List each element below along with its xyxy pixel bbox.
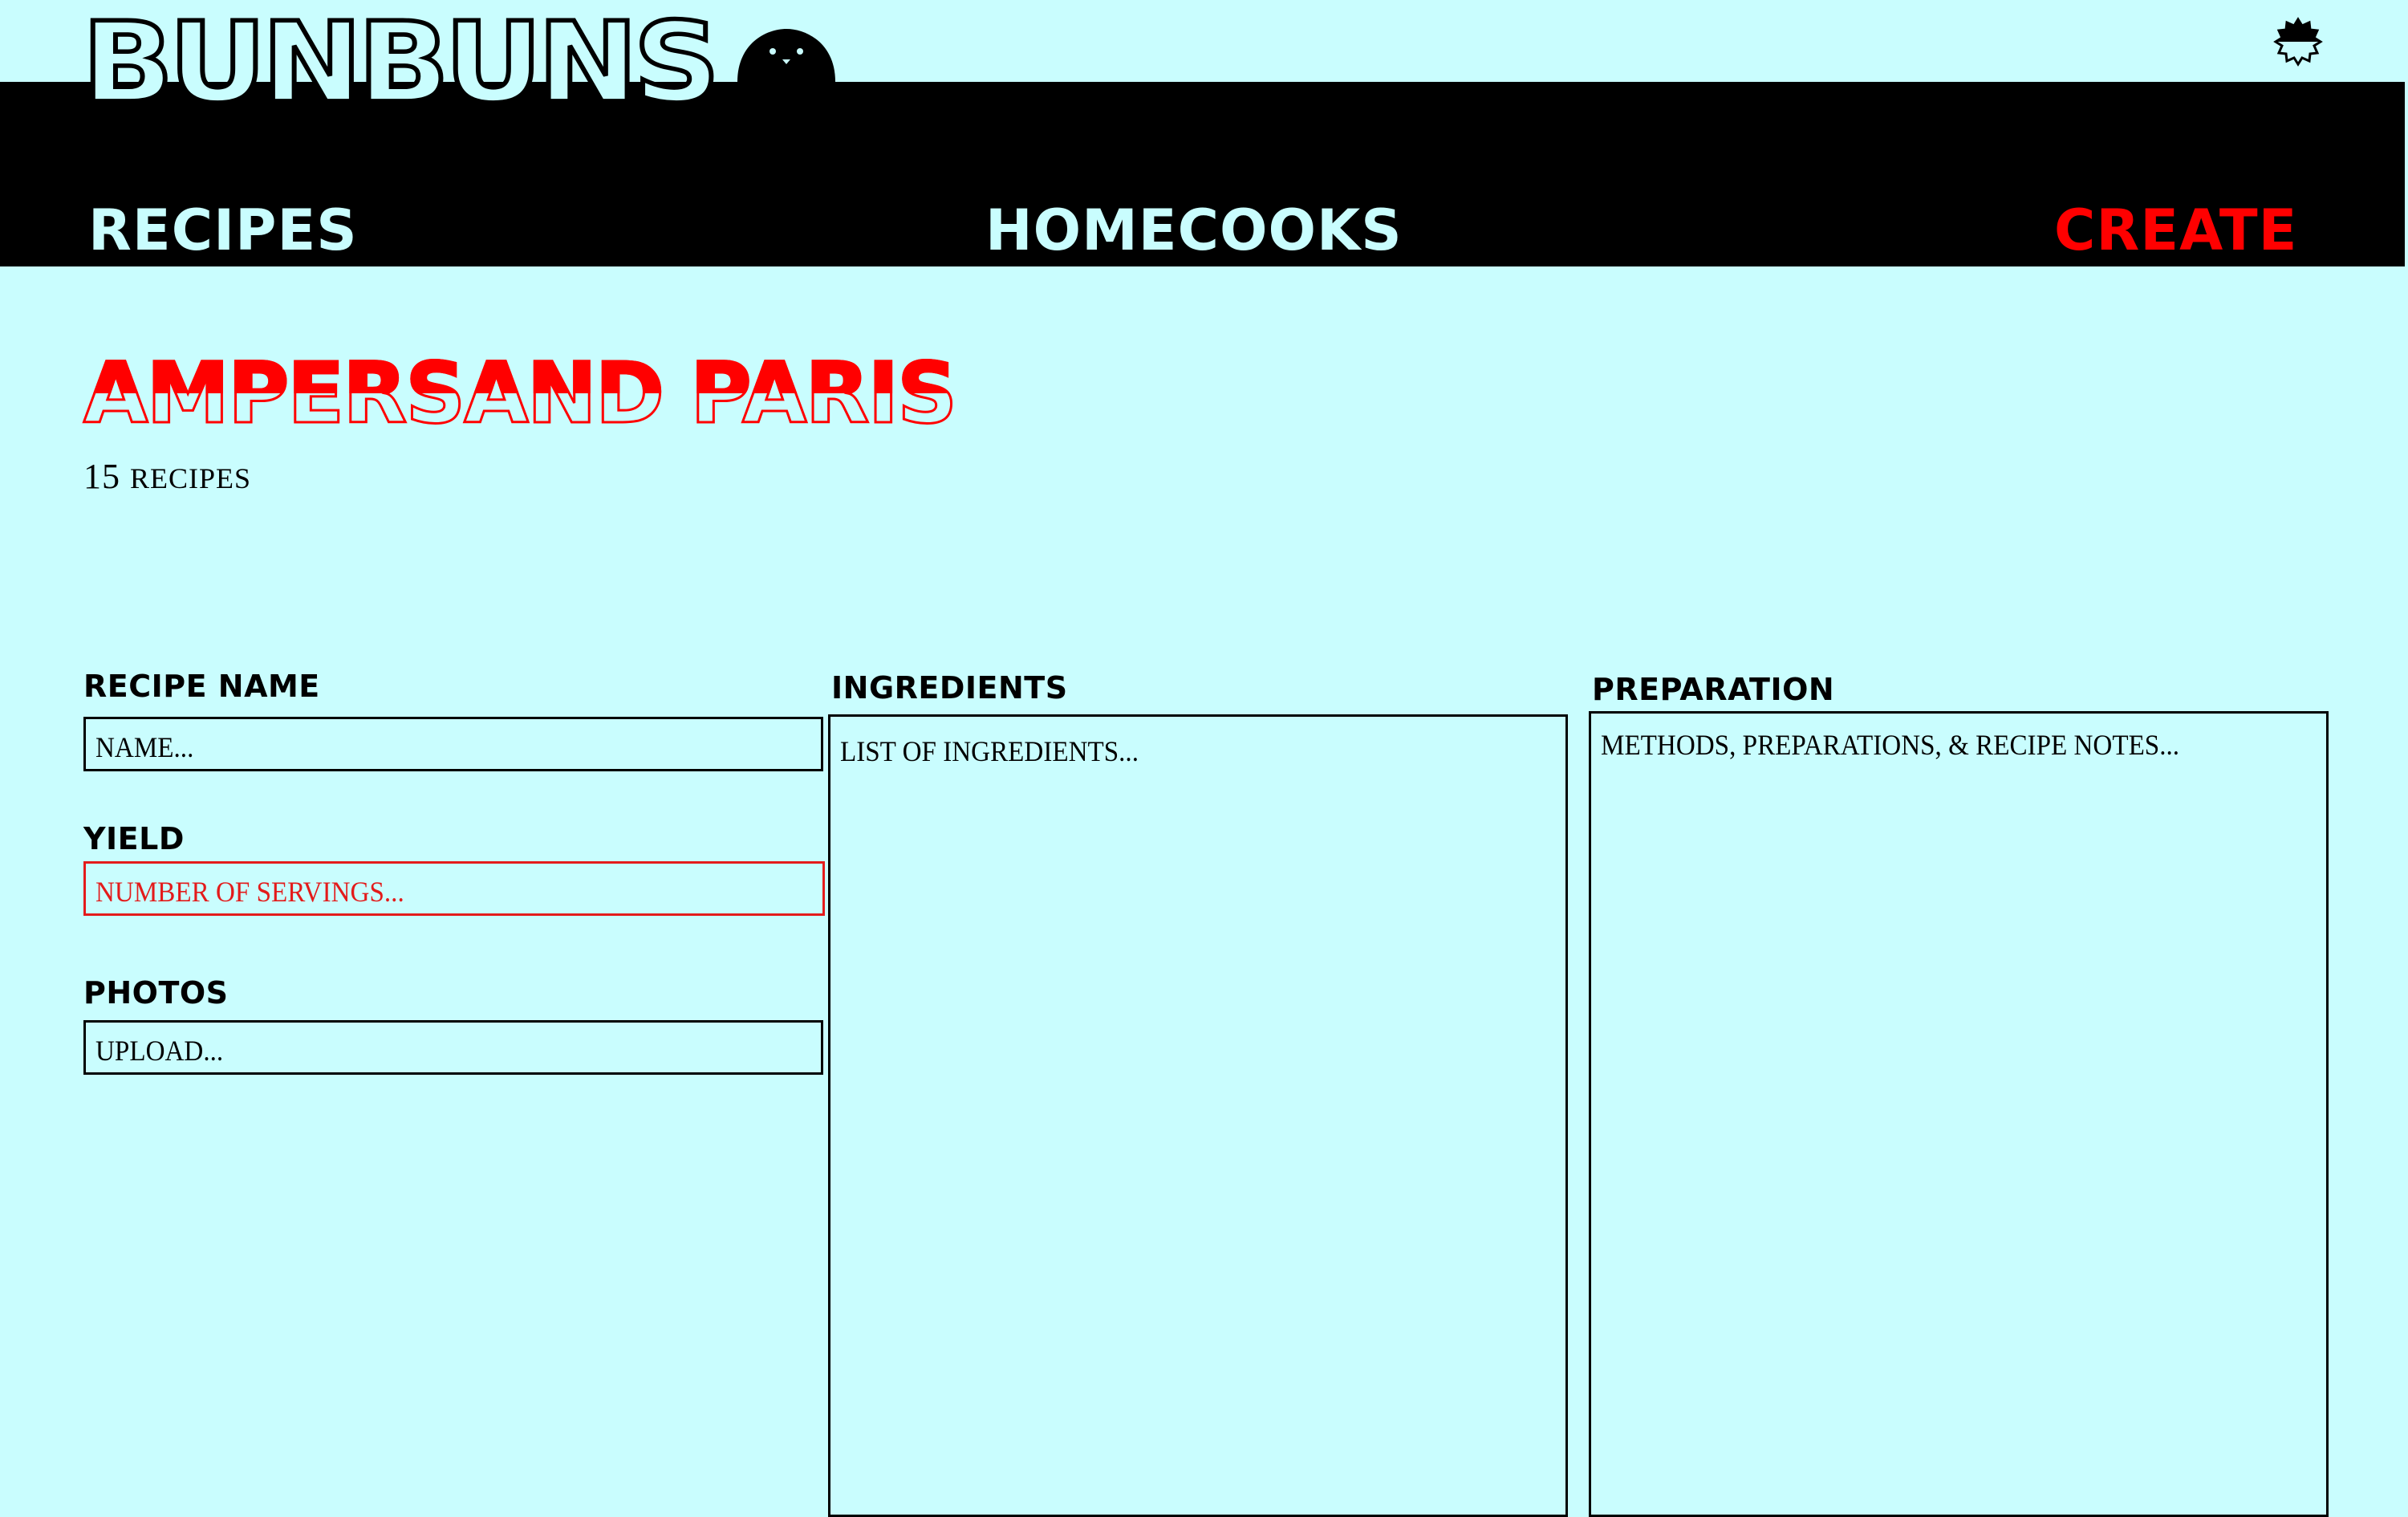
profile-name: AMPERSAND PARIS [82,344,958,442]
nav-homecooks[interactable]: HOMECOOKS [985,202,1403,258]
yield-label: YIELD [83,821,185,856]
ingredients-placeholder: LIST OF INGREDIENTS... [840,735,1139,767]
page-title: AMPERSAND PARIS [82,351,958,437]
photos-label: PHOTOS [83,975,229,1011]
photos-upload-field[interactable]: UPLOAD... [83,1020,823,1075]
nav-create[interactable]: CREATE [2054,202,2297,258]
photos-placeholder: UPLOAD... [95,1035,224,1067]
settings-badge-icon[interactable] [2272,16,2324,67]
preparation-placeholder: METHODS, PREPARATIONS, & RECIPE NOTES... [1601,729,2180,761]
ingredients-label: INGREDIENTS [831,670,1068,706]
yield-placeholder: NUMBER OF SERVINGS... [95,876,404,908]
recipe-name-field[interactable]: NAME... [83,717,823,771]
nav-recipes[interactable]: RECIPES [88,202,358,258]
ingredients-textarea[interactable]: LIST OF INGREDIENTS... [828,714,1568,1517]
preparation-label: PREPARATION [1592,672,1835,707]
yield-field[interactable]: NUMBER OF SERVINGS... [83,861,825,916]
recipe-name-placeholder: NAME... [95,731,194,763]
recipe-count: 15 RECIPES [83,456,251,497]
brand-name: BUNBUNS [79,0,722,128]
preparation-textarea[interactable]: METHODS, PREPARATIONS, & RECIPE NOTES... [1589,711,2329,1517]
brand-logo[interactable]: BUNBUNS [79,6,839,130]
recipe-name-label: RECIPE NAME [83,669,320,704]
recipe-count-unit: RECIPES [130,462,252,494]
burger-bun-icon [737,29,836,125]
recipe-count-number: 15 [83,457,120,496]
